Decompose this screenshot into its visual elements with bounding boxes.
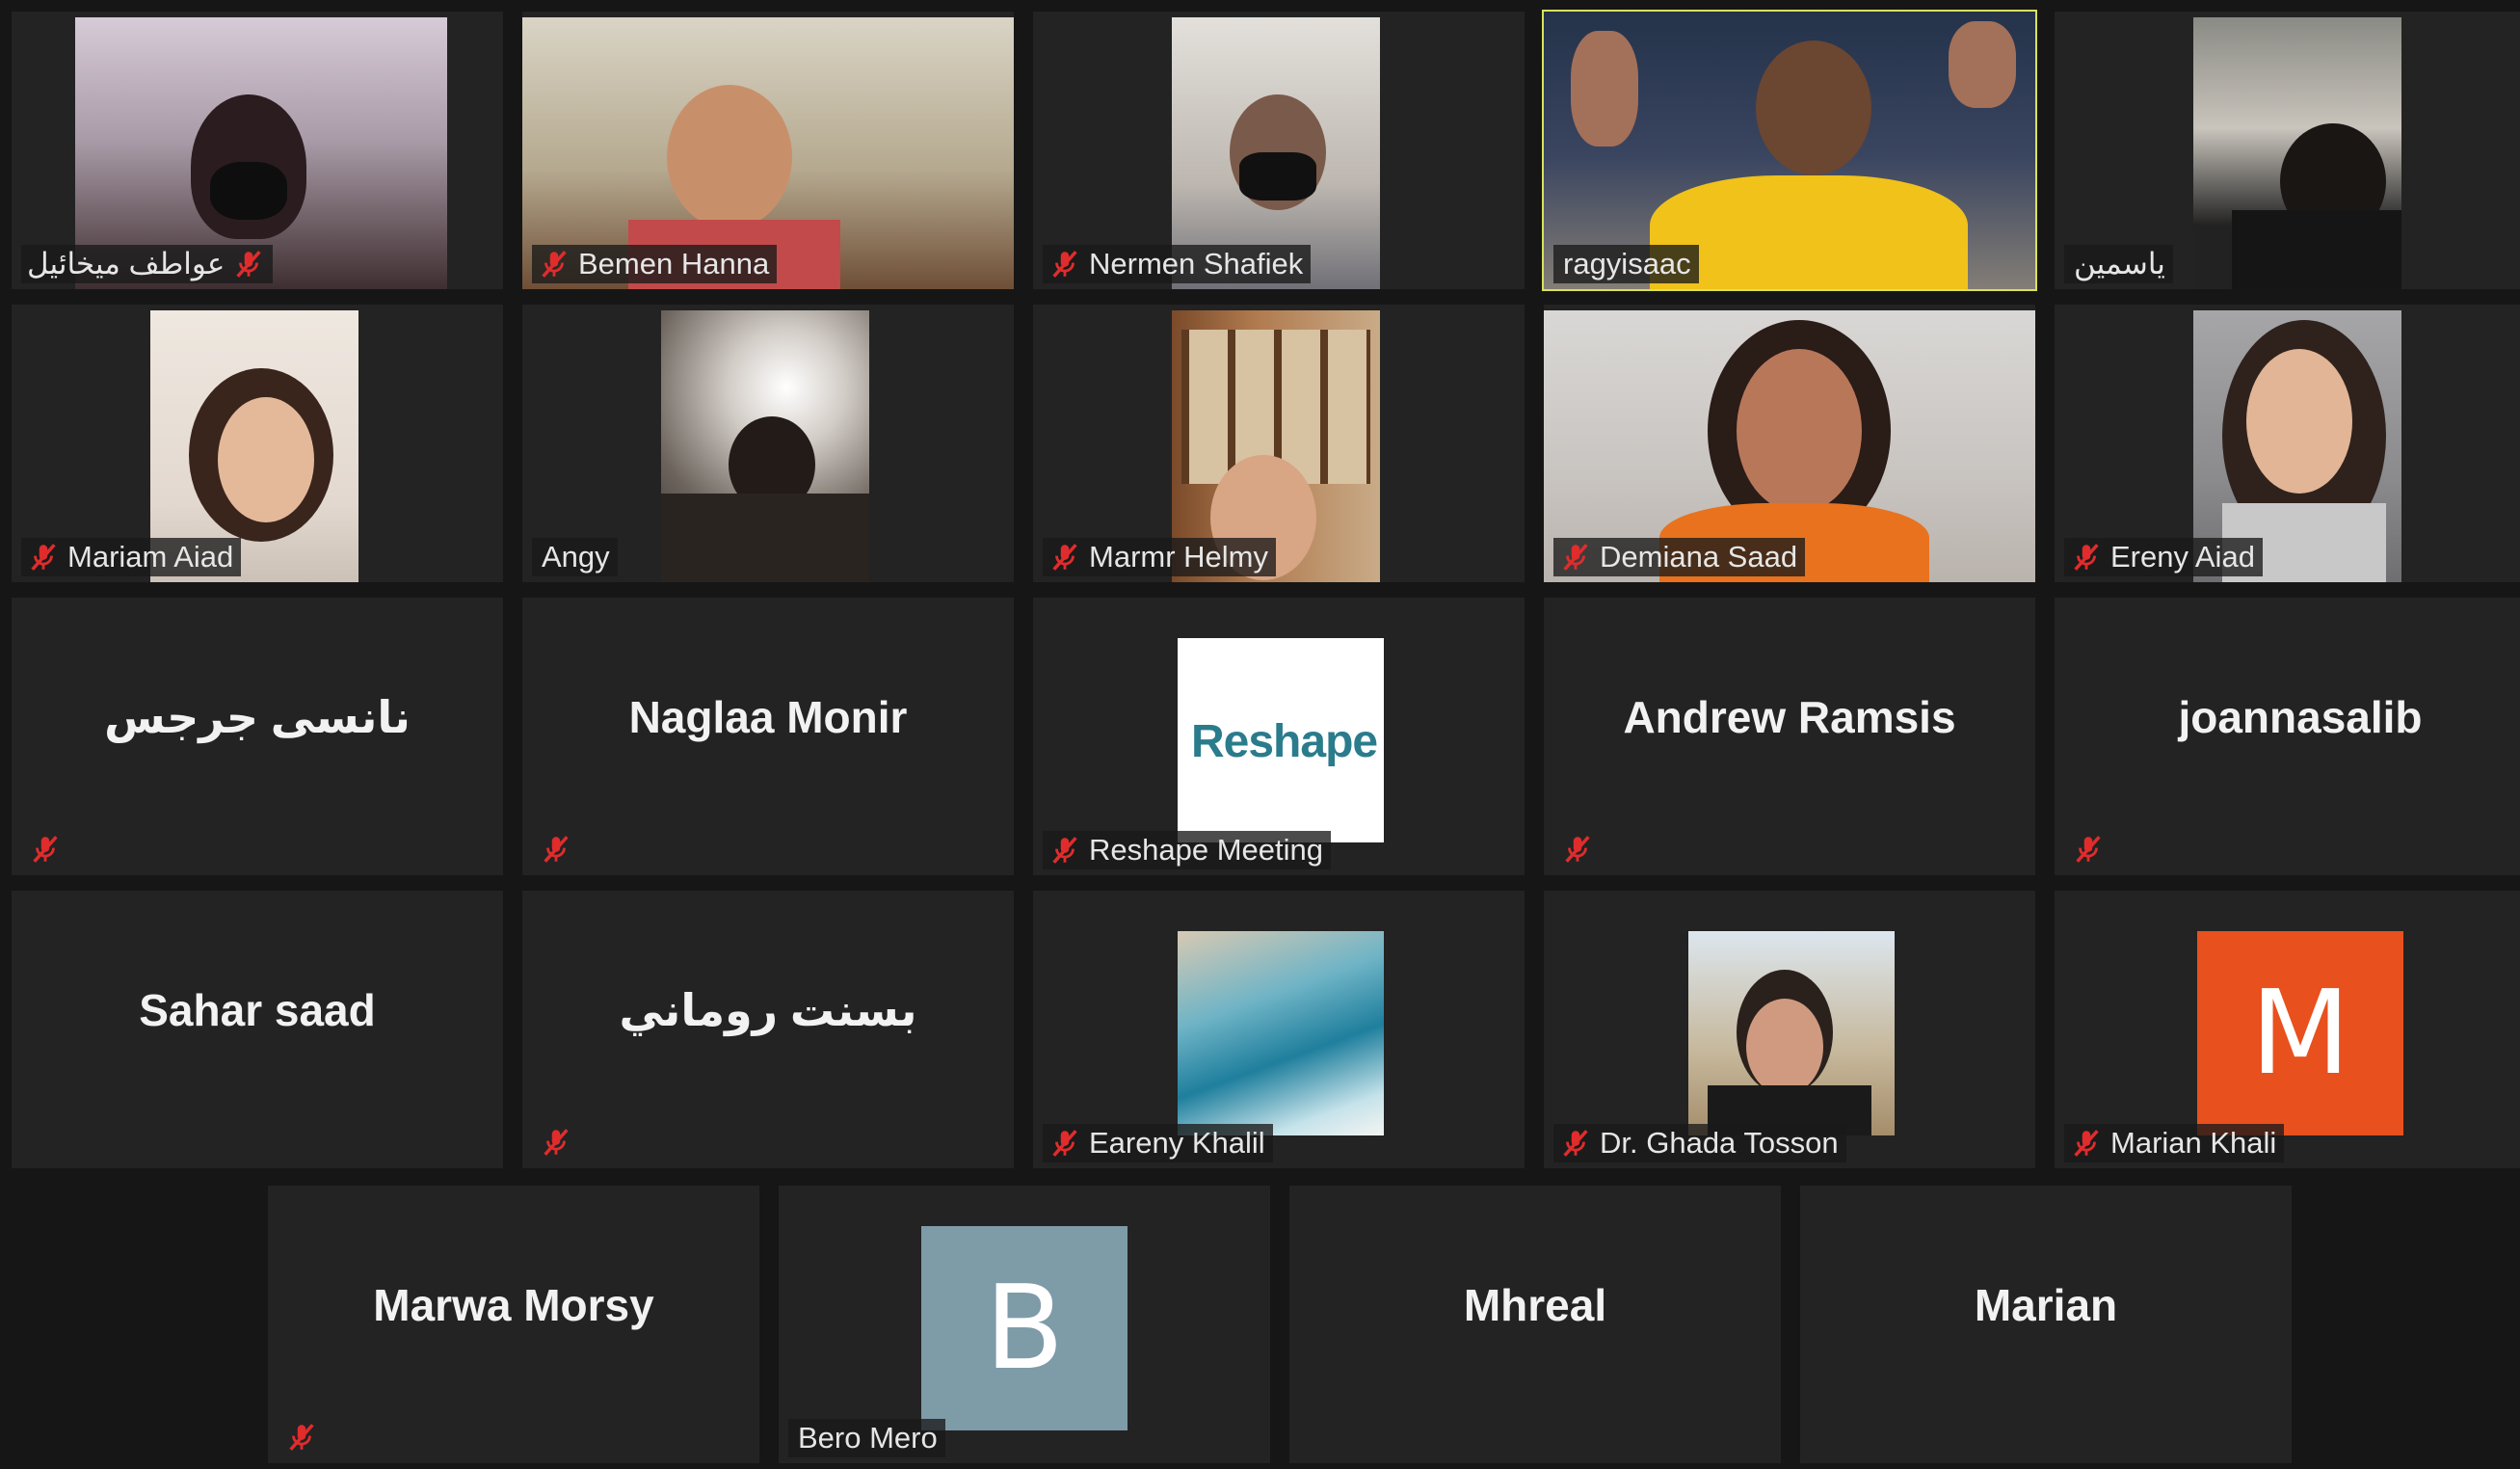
participant-name: Reshape Meeting — [1089, 833, 1323, 867]
mic-muted-icon — [540, 1126, 572, 1159]
mic-muted-icon — [2072, 833, 2105, 866]
participant-tile[interactable]: joannasalib — [2055, 598, 2520, 875]
participant-name: Nermen Shafiek — [1089, 247, 1304, 280]
avatar-letter: B — [984, 1261, 1065, 1396]
participant-name: Dr. Ghada Tosson — [1600, 1126, 1839, 1160]
participant-tile[interactable]: Sahar saad — [12, 891, 503, 1168]
participant-name-plate: Angy — [532, 538, 618, 576]
participant-name: ياسمين — [2074, 247, 2165, 280]
mic-muted-icon — [285, 1421, 318, 1454]
participant-video — [661, 310, 869, 582]
participant-name-plate: Nermen Shafiek — [1043, 245, 1312, 283]
participant-tile[interactable]: Mhreal — [1289, 1186, 1781, 1463]
participant-tile[interactable]: Naglaa Monir — [522, 598, 1014, 875]
mic-muted-icon — [29, 833, 62, 866]
mic-muted-icon — [27, 541, 60, 574]
participant-name: Marian Khali — [2110, 1126, 2277, 1160]
video-gallery: عواطف ميخائيل Bemen Hanna Nermen Shafiek — [0, 0, 2520, 1469]
participant-name: Bemen Hanna — [578, 247, 770, 280]
participant-tile[interactable]: نانسى جرجس — [12, 598, 503, 875]
mic-muted-icon — [1048, 541, 1081, 574]
participant-tile[interactable]: ياسمين — [2055, 12, 2520, 289]
mic-muted-icon — [540, 833, 572, 866]
mic-muted-icon — [1048, 834, 1081, 867]
participant-name-display: بسنت روماني — [619, 985, 917, 1035]
participant-tile[interactable]: Marian — [1800, 1186, 2292, 1463]
participant-name-display: Naglaa Monir — [628, 692, 908, 742]
mic-muted-icon — [1559, 541, 1592, 574]
participant-name: Eareny Khalil — [1089, 1126, 1265, 1160]
participant-tile[interactable]: بسنت روماني — [522, 891, 1014, 1168]
participant-name-display: نانسى جرجس — [104, 692, 411, 742]
participant-name-display: Mhreal — [1463, 1280, 1607, 1330]
participant-tile[interactable]: M Marian Khali — [2055, 891, 2520, 1168]
mic-muted-icon — [538, 248, 570, 280]
participant-name-plate: Demiana Saad — [1553, 538, 1806, 576]
mic-muted-icon — [1048, 1127, 1081, 1160]
participant-name-display: Marwa Morsy — [373, 1280, 654, 1330]
mic-muted-icon — [1048, 248, 1081, 280]
participant-tile[interactable]: Nermen Shafiek — [1033, 12, 1525, 289]
logo-text: Reshape — [1191, 716, 1378, 767]
mic-muted-icon — [2070, 1127, 2103, 1160]
participant-name-plate: Marian Khali — [2064, 1124, 2285, 1162]
participant-tile[interactable]: Dr. Ghada Tosson — [1544, 891, 2035, 1168]
participant-name-display: Andrew Ramsis — [1623, 692, 1956, 742]
participant-name: عواطف ميخائيل — [27, 247, 225, 280]
participant-name-plate: Reshape Meeting — [1043, 831, 1331, 869]
participant-video — [2193, 17, 2401, 289]
mic-muted-icon — [1559, 1127, 1592, 1160]
participant-tile[interactable]: Andrew Ramsis — [1544, 598, 2035, 875]
participant-name-plate: ياسمين — [2064, 245, 2173, 283]
participant-tile[interactable]: Bemen Hanna — [522, 12, 1014, 289]
participant-name-plate: Mariam Aiad — [21, 538, 242, 576]
participant-name-plate: ragyisaac — [1553, 245, 1699, 283]
participant-name-display: Sahar saad — [139, 985, 376, 1035]
participant-tile[interactable]: Demiana Saad — [1544, 305, 2035, 582]
avatar-letter: M — [2250, 966, 2350, 1101]
participant-name: Ereny Aiad — [2110, 540, 2255, 574]
mic-muted-icon — [1561, 833, 1594, 866]
participant-tile[interactable]: Mariam Aiad — [12, 305, 503, 582]
mic-muted-icon — [232, 248, 265, 280]
participant-tile[interactable]: Marmr Helmy — [1033, 305, 1525, 582]
participant-tile[interactable]: Reshape Reshape Meeting — [1033, 598, 1525, 875]
participant-tile-active-speaker[interactable]: ragyisaac — [1542, 10, 2037, 291]
participant-name-plate: Ereny Aiad — [2064, 538, 2263, 576]
participant-name: Angy — [542, 540, 610, 574]
participant-tile[interactable]: Angy — [522, 305, 1014, 582]
participant-tile[interactable]: عواطف ميخائيل — [12, 12, 503, 289]
participant-tile[interactable]: Eareny Khalil — [1033, 891, 1525, 1168]
mic-muted-icon — [2070, 541, 2103, 574]
participant-name: Bero Mero — [798, 1421, 938, 1455]
participant-name: Mariam Aiad — [67, 540, 234, 574]
participant-tile[interactable]: Marwa Morsy — [268, 1186, 759, 1463]
avatar: B — [921, 1226, 1127, 1430]
participant-tile[interactable]: Ereny Aiad — [2055, 305, 2520, 582]
participant-name-plate: Bero Mero — [788, 1419, 945, 1457]
participant-name-plate: Eareny Khalil — [1043, 1124, 1273, 1162]
participant-name-display: joannasalib — [2178, 692, 2423, 742]
avatar: M — [2197, 931, 2403, 1135]
participant-video — [1688, 931, 1895, 1135]
participant-name: ragyisaac — [1563, 247, 1691, 280]
participant-name-plate: Dr. Ghada Tosson — [1553, 1124, 1846, 1162]
participant-name: Demiana Saad — [1600, 540, 1798, 574]
participant-video — [1178, 931, 1384, 1135]
participant-name-plate: Marmr Helmy — [1043, 538, 1276, 576]
participant-name-plate: Bemen Hanna — [532, 245, 778, 283]
reshape-logo: Reshape — [1178, 638, 1384, 842]
participant-name-plate: عواطف ميخائيل — [21, 245, 274, 283]
participant-tile[interactable]: B Bero Mero — [779, 1186, 1270, 1463]
participant-name-display: Marian — [1974, 1280, 2118, 1330]
participant-name: Marmr Helmy — [1089, 540, 1268, 574]
